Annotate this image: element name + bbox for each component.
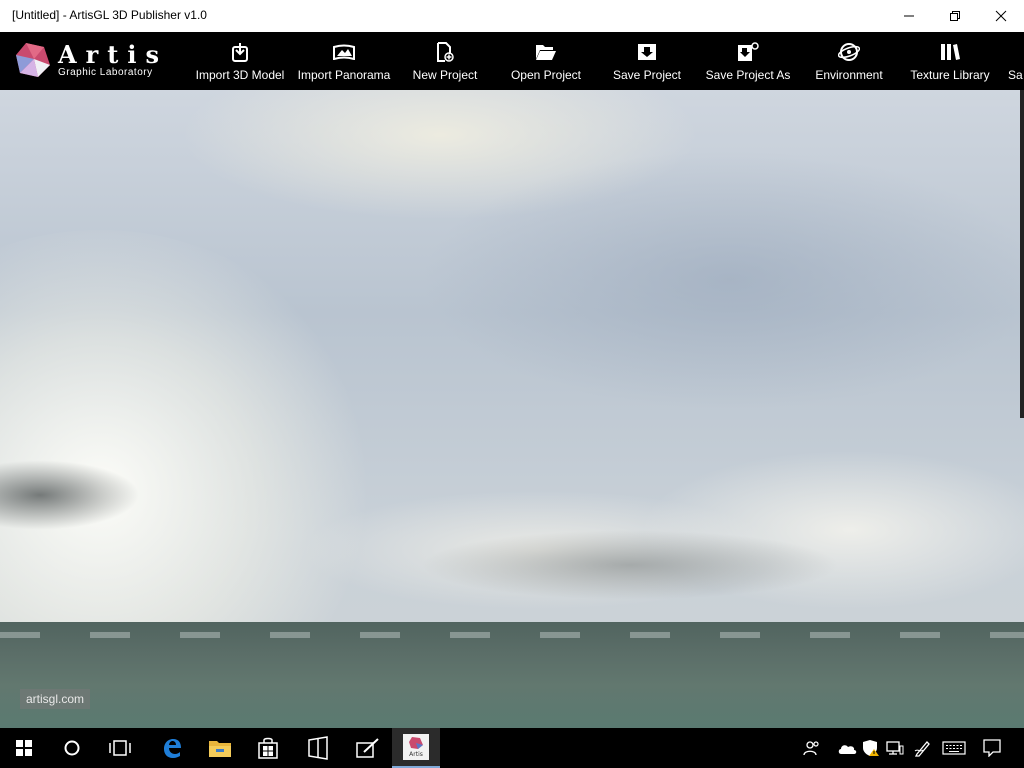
taskbar: Artis bbox=[0, 728, 1024, 768]
import-panorama-button[interactable]: Import Panorama bbox=[292, 32, 396, 90]
main-toolbar: Artis Graphic Laboratory Import 3D Model… bbox=[0, 32, 1024, 90]
close-icon bbox=[995, 10, 1007, 22]
artis-app-icon: Artis bbox=[403, 734, 429, 760]
new-project-icon bbox=[437, 42, 454, 62]
minimize-icon bbox=[904, 15, 914, 17]
side-panel-edge[interactable] bbox=[1020, 90, 1024, 418]
title-bar: [Untitled] - ArtisGL 3D Publisher v1.0 bbox=[0, 0, 1024, 32]
import-model-icon bbox=[232, 43, 248, 62]
texture-library-icon bbox=[941, 44, 960, 60]
save-project-as-button[interactable]: Save Project As bbox=[700, 32, 796, 90]
folder-icon bbox=[209, 741, 231, 757]
artis-icon-text: Artis bbox=[409, 751, 423, 758]
notes-taskbar-button[interactable] bbox=[344, 728, 392, 768]
logo-subtitle: Graphic Laboratory bbox=[58, 67, 153, 78]
restore-icon bbox=[950, 11, 960, 21]
action-center-tray[interactable] bbox=[978, 728, 1006, 768]
security-tray[interactable] bbox=[860, 728, 882, 768]
phone-taskbar-button[interactable] bbox=[294, 728, 342, 768]
store-taskbar-button[interactable] bbox=[244, 728, 292, 768]
environment-icon bbox=[838, 43, 860, 61]
task-view-icon bbox=[109, 740, 131, 756]
toolbar-label: Environment bbox=[815, 68, 883, 82]
toolbar-label: Import 3D Model bbox=[195, 68, 285, 82]
cloud bbox=[420, 150, 1024, 410]
cortana-icon bbox=[64, 740, 80, 756]
people-tray[interactable] bbox=[800, 728, 824, 768]
start-button[interactable] bbox=[0, 728, 48, 768]
artis-logo: Artis Graphic Laboratory bbox=[14, 40, 164, 82]
sea bbox=[0, 622, 1024, 728]
open-project-button[interactable]: Open Project bbox=[501, 32, 591, 90]
people-icon bbox=[803, 741, 819, 756]
cortana-button[interactable] bbox=[48, 728, 96, 768]
new-project-button[interactable]: New Project bbox=[400, 32, 490, 90]
toolbar-label: Import Panorama bbox=[297, 68, 391, 82]
save-icon bbox=[638, 44, 656, 60]
task-view-button[interactable] bbox=[96, 728, 144, 768]
toolbar-label: Save Project As bbox=[705, 68, 791, 82]
notification-icon bbox=[983, 739, 1001, 757]
3d-viewport[interactable]: artisgl.com bbox=[0, 90, 1024, 728]
save-as-icon bbox=[738, 42, 759, 61]
minimize-button[interactable] bbox=[886, 0, 932, 32]
edge-icon bbox=[164, 739, 181, 758]
save-project-button[interactable]: Save Project bbox=[603, 32, 691, 90]
toolbar-label: Texture Library bbox=[910, 68, 990, 82]
logo-gem-icon bbox=[16, 43, 50, 77]
edge-taskbar-button[interactable] bbox=[148, 728, 196, 768]
watermark: artisgl.com bbox=[20, 689, 91, 709]
store-icon bbox=[258, 737, 278, 759]
touch-keyboard-tray[interactable] bbox=[940, 728, 968, 768]
keyboard-icon bbox=[942, 741, 966, 755]
network-icon bbox=[886, 741, 904, 755]
import-3d-model-button[interactable]: Import 3D Model bbox=[190, 32, 290, 90]
pen-tray[interactable] bbox=[912, 728, 934, 768]
toolbar-label: Sa bbox=[1008, 68, 1023, 82]
save-truncated-button[interactable]: Sa bbox=[1008, 32, 1024, 90]
pen-note-icon bbox=[356, 738, 379, 758]
cloud bbox=[420, 530, 840, 600]
logo-wordmark: Artis bbox=[58, 40, 168, 69]
toolbar-label: New Project bbox=[412, 68, 478, 82]
network-tray[interactable] bbox=[884, 728, 906, 768]
window-title: [Untitled] - ArtisGL 3D Publisher v1.0 bbox=[12, 8, 207, 22]
onedrive-tray[interactable] bbox=[834, 728, 860, 768]
environment-button[interactable]: Environment bbox=[808, 32, 890, 90]
folder-open-icon bbox=[536, 45, 556, 60]
phone-companion-icon bbox=[308, 736, 328, 760]
cloud-icon bbox=[838, 745, 857, 754]
file-explorer-taskbar-button[interactable] bbox=[196, 728, 244, 768]
restore-button[interactable] bbox=[932, 0, 978, 32]
artis-taskbar-button[interactable]: Artis bbox=[392, 728, 440, 768]
windows-icon bbox=[16, 740, 32, 756]
shield-warning-icon bbox=[863, 740, 879, 756]
close-button[interactable] bbox=[978, 0, 1024, 32]
toolbar-label: Open Project bbox=[510, 68, 582, 82]
texture-library-button[interactable]: Texture Library bbox=[904, 32, 996, 90]
toolbar-label: Save Project bbox=[612, 68, 682, 82]
pen-workspace-icon bbox=[914, 741, 930, 757]
panorama-icon bbox=[333, 44, 355, 60]
